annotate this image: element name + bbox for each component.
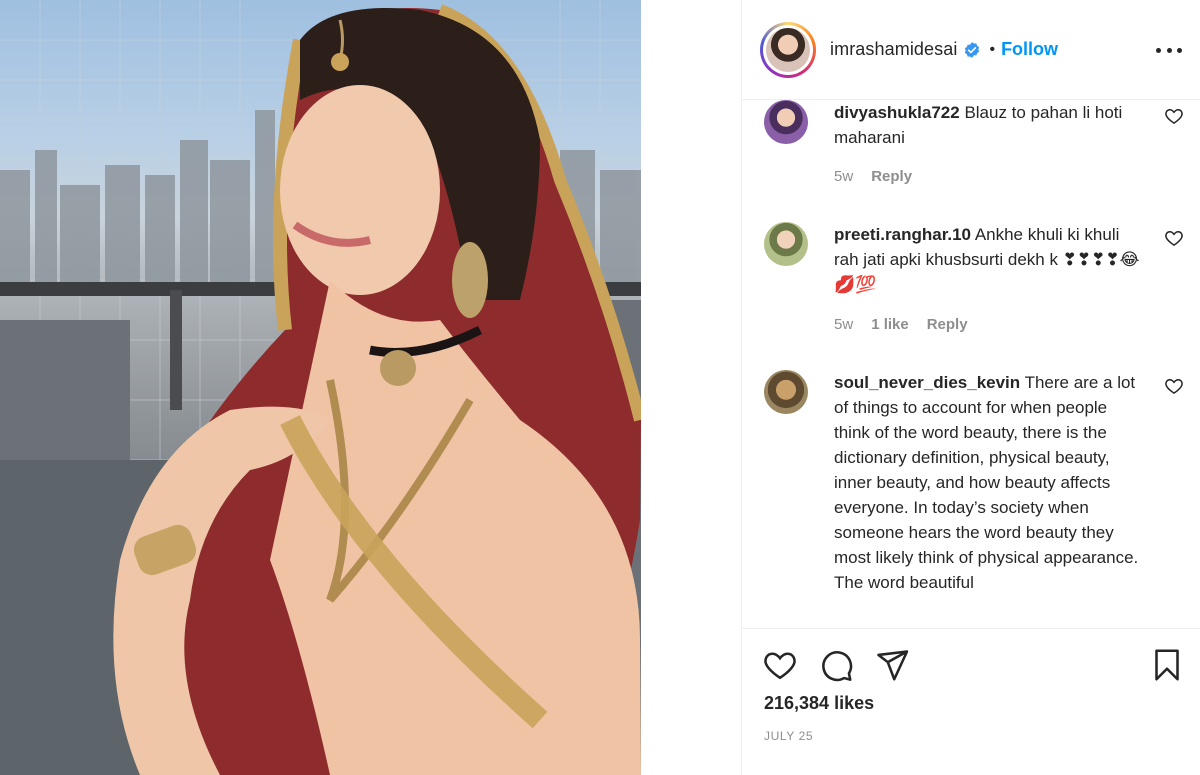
post-header: imrashamidesai • Follow bbox=[742, 0, 1200, 100]
reply-button[interactable]: Reply bbox=[871, 168, 912, 185]
comment-item: preeti.ranghar.10 Ankhe khuli ki khuli r… bbox=[764, 222, 1184, 352]
comments-list[interactable]: divyashukla722 Blauz to pahan li hoti ma… bbox=[742, 100, 1200, 628]
comment-text: There are a lot of things to account for… bbox=[834, 373, 1139, 592]
follow-button[interactable]: Follow bbox=[1001, 39, 1058, 60]
post-side-panel: imrashamidesai • Follow divyashukla722 B… bbox=[741, 0, 1200, 775]
comment-icon[interactable] bbox=[818, 647, 854, 683]
post-date[interactable]: JULY 25 bbox=[764, 729, 813, 743]
comment-username[interactable]: soul_never_dies_kevin bbox=[834, 373, 1020, 392]
post-photo[interactable] bbox=[0, 0, 641, 775]
comment-item: divyashukla722 Blauz to pahan li hoti ma… bbox=[764, 100, 1184, 200]
heart-outline-icon[interactable] bbox=[1164, 106, 1184, 126]
post-image bbox=[0, 0, 641, 775]
avatar-image bbox=[766, 27, 810, 72]
bookmark-icon[interactable] bbox=[1149, 647, 1185, 683]
likes-count[interactable]: 216,384 likes bbox=[764, 693, 874, 714]
comment-text-block: divyashukla722 Blauz to pahan li hoti ma… bbox=[834, 100, 1144, 150]
comment-username[interactable]: divyashukla722 bbox=[834, 103, 960, 122]
comment-text-block: preeti.ranghar.10 Ankhe khuli ki khuli r… bbox=[834, 222, 1144, 297]
action-icons-row bbox=[762, 647, 1185, 683]
share-icon[interactable] bbox=[874, 647, 910, 683]
commenter-avatar[interactable] bbox=[764, 222, 808, 266]
profile-username[interactable]: imrashamidesai bbox=[830, 39, 957, 60]
comment-likes[interactable]: 1 like bbox=[871, 316, 909, 333]
more-options-icon[interactable] bbox=[1156, 40, 1182, 60]
comment-meta: 5w 1 like Reply bbox=[834, 316, 968, 333]
comment-time[interactable]: 5w bbox=[834, 316, 853, 333]
comment-meta: 5w Reply bbox=[834, 168, 912, 185]
photo-gutter bbox=[641, 0, 741, 775]
reply-button[interactable]: Reply bbox=[927, 316, 968, 333]
header-separator: • bbox=[989, 40, 996, 58]
comment-text-block: soul_never_dies_kevin There are a lot of… bbox=[834, 370, 1144, 595]
profile-avatar[interactable] bbox=[760, 21, 816, 78]
heart-icon[interactable] bbox=[762, 647, 798, 683]
comment-time[interactable]: 5w bbox=[834, 168, 853, 185]
post-actions: 216,384 likes JULY 25 bbox=[742, 628, 1200, 775]
heart-outline-icon[interactable] bbox=[1164, 228, 1184, 248]
comment-username[interactable]: preeti.ranghar.10 bbox=[834, 225, 971, 244]
heart-outline-icon[interactable] bbox=[1164, 376, 1184, 396]
comment-item: soul_never_dies_kevin There are a lot of… bbox=[764, 370, 1184, 628]
commenter-avatar[interactable] bbox=[764, 100, 808, 144]
verified-badge-icon bbox=[963, 41, 981, 59]
commenter-avatar[interactable] bbox=[764, 370, 808, 414]
